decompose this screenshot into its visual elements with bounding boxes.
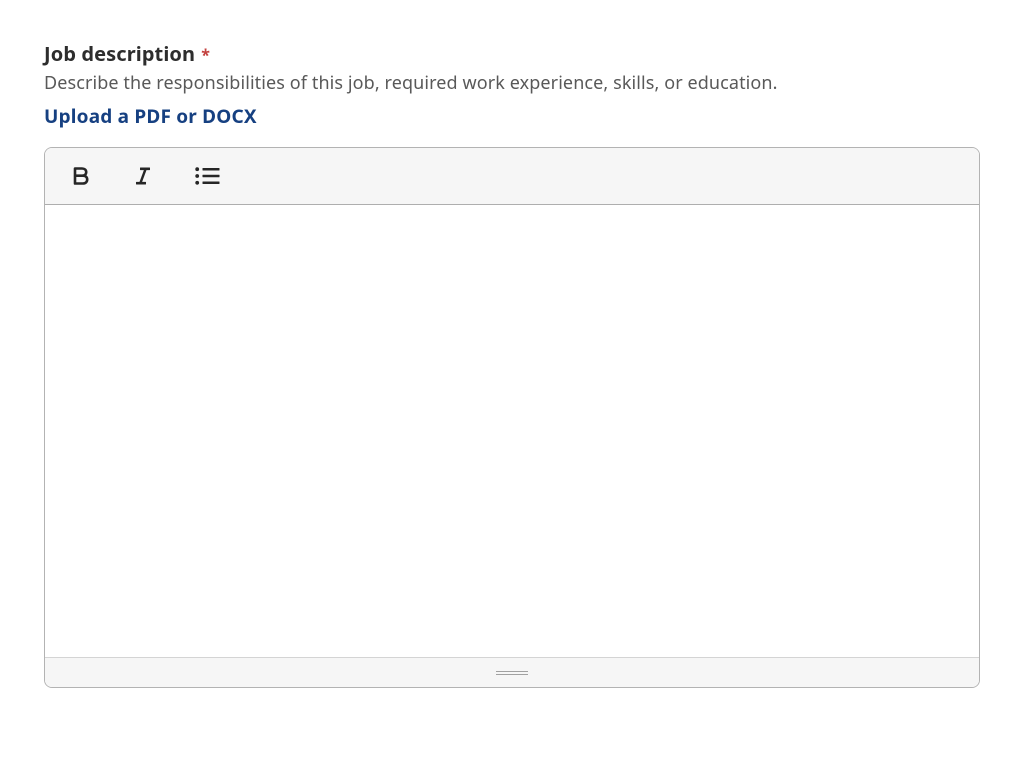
italic-icon	[131, 164, 155, 188]
bold-icon	[69, 164, 93, 188]
resize-grip-icon	[496, 671, 528, 675]
editor-resize-handle[interactable]	[45, 657, 979, 687]
bullet-list-button[interactable]	[191, 162, 223, 190]
rich-text-editor	[44, 147, 980, 688]
bullet-list-icon	[193, 164, 221, 188]
field-label-row: Job description *	[44, 40, 980, 67]
upload-link[interactable]: Upload a PDF or DOCX	[44, 103, 257, 129]
editor-textarea[interactable]	[45, 205, 979, 657]
bold-button[interactable]	[67, 162, 95, 190]
italic-button[interactable]	[129, 162, 157, 190]
field-label: Job description	[44, 40, 195, 67]
editor-toolbar	[45, 148, 979, 205]
job-description-field: Job description * Describe the responsib…	[44, 40, 980, 688]
required-asterisk: *	[201, 44, 210, 66]
field-help-text: Describe the responsibilities of this jo…	[44, 71, 980, 95]
